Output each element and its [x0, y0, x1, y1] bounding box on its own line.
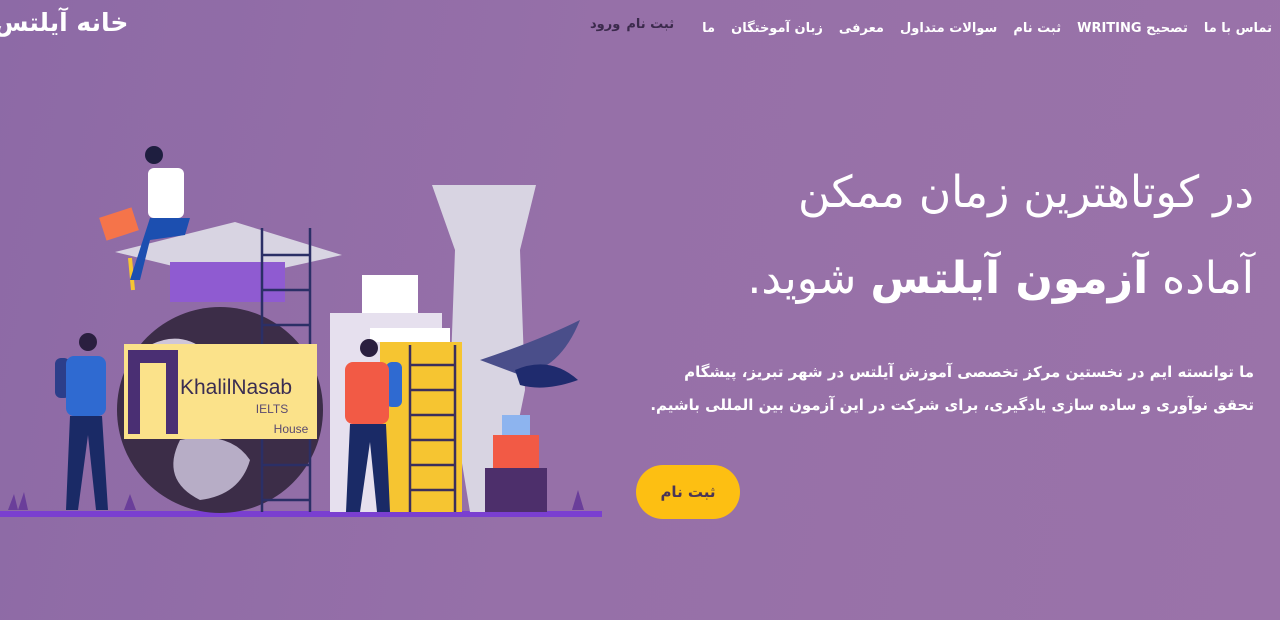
box-blue [502, 415, 530, 435]
site-logo[interactable]: خانه آیلتس [0, 8, 128, 37]
register-cta-button[interactable]: ثبت نام [636, 465, 740, 519]
main-menu: ما زبان آموختگان معرفی سوالات متداول ثبت… [694, 17, 1280, 39]
nav-item-contact[interactable]: تماس با ما [1196, 21, 1280, 36]
grass-mid [124, 494, 136, 510]
description-line2: تحقق نوآوری و ساده سازی یادگیری، برای شر… [650, 396, 1254, 414]
cap-band [170, 262, 285, 302]
grass-left [8, 492, 28, 510]
heading-text-bold: آزمون آیلتس [870, 253, 1149, 304]
top-navigation-bar: خانه آیلتس ثبت نام ورود ما زبان آموختگان… [0, 0, 1280, 60]
hero-heading: در کوتاهترین زمان ممکن آماده آزمون آیلتس… [634, 150, 1254, 322]
login-link[interactable]: ورود [590, 17, 620, 32]
hero-heading-line1: در کوتاهترین زمان ممکن [798, 167, 1254, 218]
sign-house-text: House [274, 422, 309, 436]
sign-ielts-text: IELTS [256, 402, 288, 416]
hero-illustration: KhalilNasab IELTS House [0, 146, 602, 517]
description-line1: ما توانسته ایم در نخستین مرکز تخصصی آموز… [684, 363, 1254, 381]
grass-right [572, 490, 584, 510]
nav-item-writing-correction[interactable]: تصحیح WRITING [1069, 21, 1196, 36]
nav-item-about-us[interactable]: ما [694, 21, 723, 36]
sign-brand-text: KhalilNasab [180, 376, 292, 399]
box-red [493, 435, 539, 468]
nav-item-register[interactable]: ثبت نام [1005, 21, 1069, 36]
hero-heading-line2: آماده آزمون آیلتس شوید. [634, 236, 1254, 322]
leaf-2 [515, 364, 578, 388]
small-white-box [362, 275, 418, 313]
nav-item-introduction[interactable]: معرفی [831, 21, 892, 36]
auth-links: ثبت نام ورود [590, 17, 674, 32]
register-link[interactable]: ثبت نام [626, 17, 674, 32]
nav-item-faq[interactable]: سوالات متداول [892, 21, 1005, 36]
nav-item-learners[interactable]: زبان آموختگان [723, 21, 831, 36]
heading-text-post: شوید. [747, 253, 871, 304]
khalilnasab-sign: KhalilNasab IELTS House [124, 344, 317, 439]
hero-description: ما توانسته ایم در نخستین مرکز تخصصی آموز… [614, 356, 1254, 422]
box-dark [485, 468, 547, 512]
heading-text-pre: آماده [1148, 253, 1254, 304]
board-stripe [370, 328, 450, 342]
person-left-backpack [55, 333, 108, 510]
